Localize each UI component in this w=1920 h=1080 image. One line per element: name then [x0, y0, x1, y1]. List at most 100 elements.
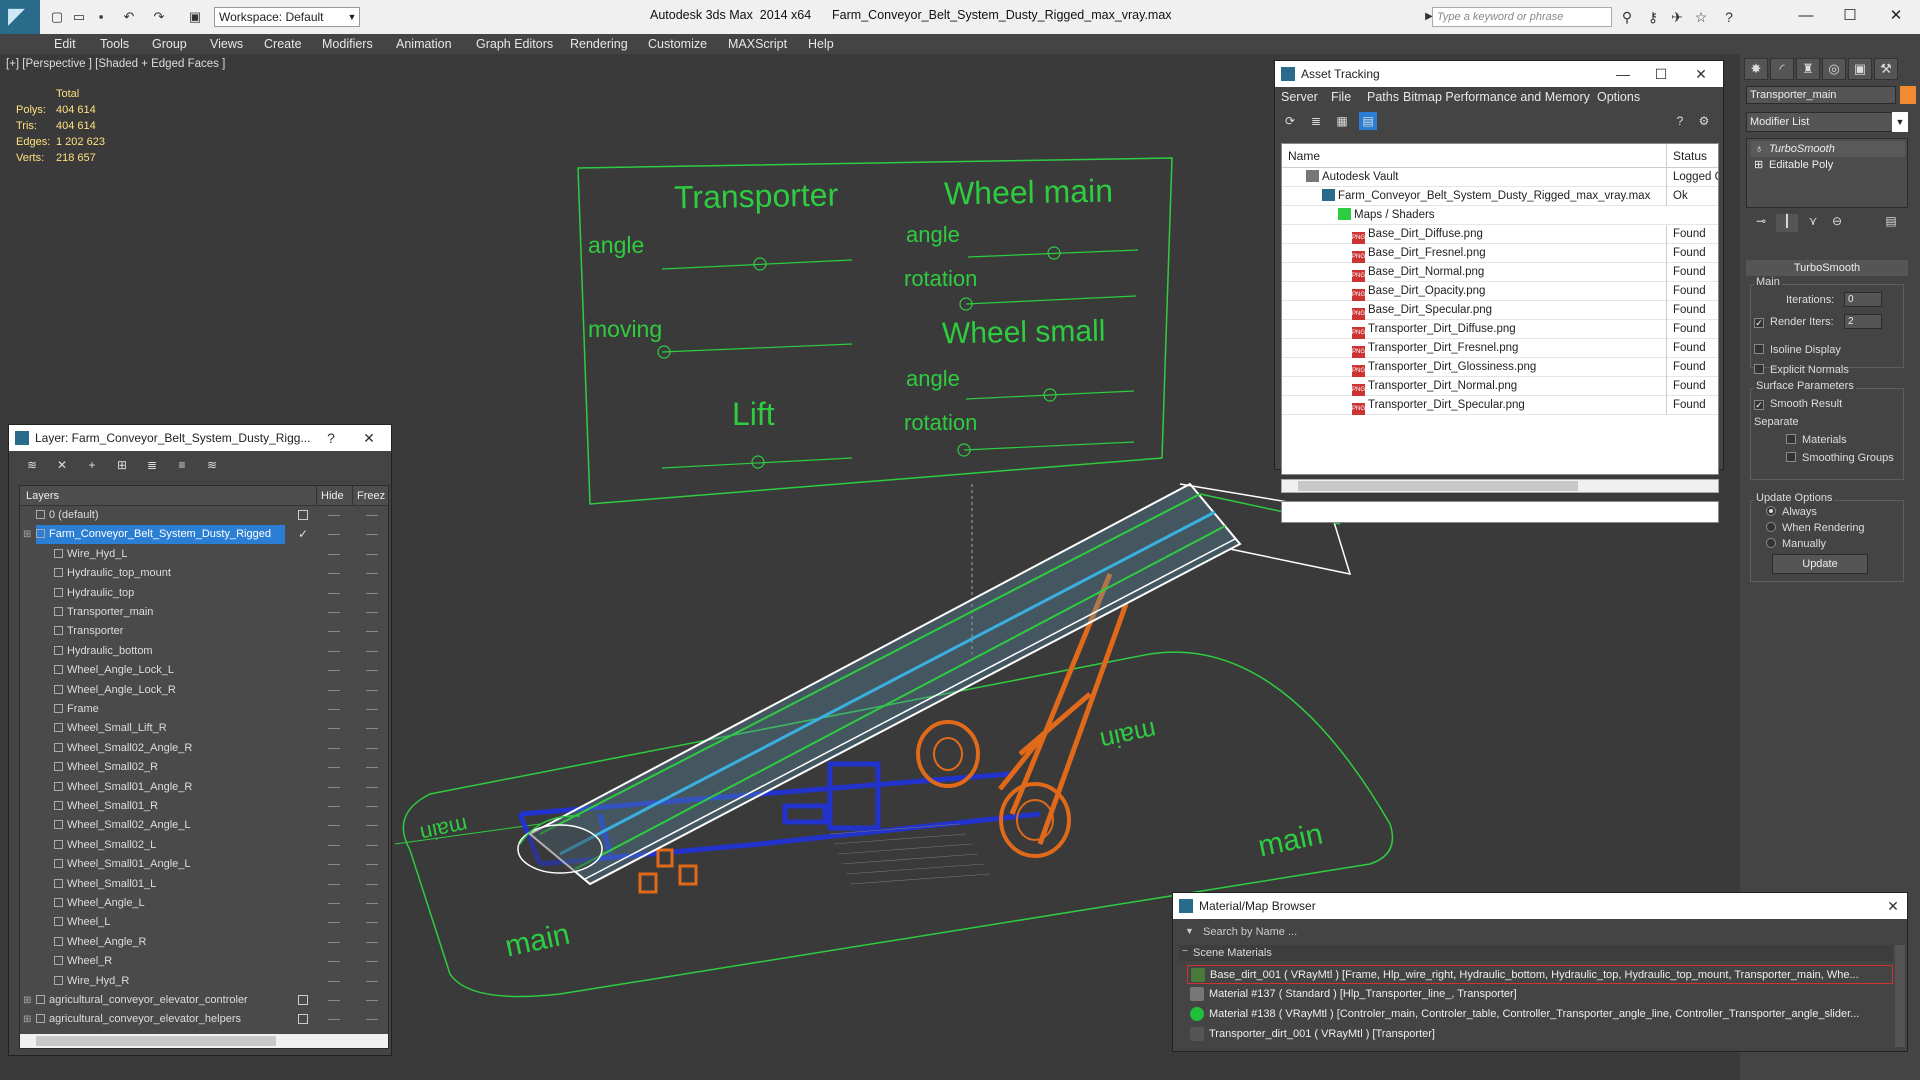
display-tab-icon[interactable]: ▣	[1848, 58, 1872, 80]
manually-radio[interactable]	[1766, 538, 1776, 548]
column-name[interactable]: Name	[1288, 149, 1320, 163]
layer-object-row[interactable]: Wheel_Small01_Angle_R	[20, 778, 388, 797]
asset-tracking-title-bar[interactable]: Asset Tracking — ☐ ✕	[1275, 61, 1723, 87]
modify-tab-icon[interactable]: ◜	[1770, 58, 1794, 80]
menu-views[interactable]: Views	[210, 37, 243, 51]
hide-all-icon[interactable]: ≋	[203, 456, 221, 474]
turbosmooth-rollout-title[interactable]: TurboSmooth	[1746, 260, 1908, 276]
freeze-toggle[interactable]	[366, 612, 378, 613]
layer-object-row[interactable]: Wheel_Small01_Angle_L	[20, 855, 388, 874]
maximize-icon[interactable]: ☐	[1647, 61, 1675, 87]
smoothing-groups-checkbox[interactable]	[1786, 452, 1796, 462]
save-icon[interactable]: ▪	[92, 8, 110, 26]
material-row[interactable]: Material #137 ( Standard ) [Hlp_Transpor…	[1187, 985, 1893, 1004]
render-iters-row[interactable]: ✓ Render Iters:	[1754, 316, 1834, 328]
layer-object-row[interactable]: Wheel_Small02_Angle_R	[20, 739, 388, 758]
layer-object-row[interactable]: Wire_Hyd_L	[20, 545, 388, 564]
always-radio[interactable]	[1766, 506, 1776, 516]
asset-row[interactable]: PNG Base_Dirt_Opacity.png Found	[1282, 282, 1718, 301]
hide-toggle[interactable]	[328, 806, 340, 807]
freeze-toggle[interactable]	[366, 961, 378, 963]
stack-item-turbosmooth[interactable]: ♁ TurboSmooth	[1751, 141, 1905, 157]
hierarchy-tab-icon[interactable]: ♜	[1796, 58, 1820, 80]
hide-toggle[interactable]	[328, 941, 340, 943]
update-button[interactable]: Update	[1772, 554, 1868, 574]
hide-toggle[interactable]	[328, 612, 340, 613]
layer-object-row[interactable]: Wheel_Small02_L	[20, 836, 388, 855]
render-iters-spinner[interactable]: 2	[1844, 314, 1882, 329]
freeze-toggle[interactable]	[366, 980, 378, 982]
hide-toggle[interactable]	[328, 1019, 340, 1021]
freeze-toggle[interactable]	[366, 670, 378, 672]
layer-row[interactable]: 0 (default)	[20, 506, 388, 525]
detail-view-icon[interactable]: ▦	[1333, 112, 1351, 130]
asset-row[interactable]: PNG Transporter_Dirt_Diffuse.png Found	[1282, 320, 1718, 339]
asset-row[interactable]: Autodesk Vault Logged O	[1282, 168, 1718, 187]
current-layer-check-icon[interactable]: ✓	[298, 525, 308, 544]
object-color-swatch[interactable]	[1900, 86, 1916, 104]
hide-toggle[interactable]	[328, 534, 340, 536]
minimize-icon[interactable]: —	[1786, 4, 1826, 28]
column-hide[interactable]: Hide	[316, 486, 352, 506]
layer-object-row[interactable]: Transporter	[20, 622, 388, 641]
asset-row[interactable]: PNG Transporter_Dirt_Glossiness.png Found	[1282, 358, 1718, 377]
layer-object-row[interactable]: Hydraulic_top_mount	[20, 564, 388, 583]
communication-icon[interactable]: ✈	[1668, 8, 1686, 26]
collapse-icon[interactable]: −	[1182, 946, 1188, 957]
layer-object-row[interactable]: Wire_Hyd_R	[20, 972, 388, 991]
star-icon[interactable]: ☆	[1692, 8, 1710, 26]
freeze-toggle[interactable]	[366, 903, 378, 904]
hide-toggle[interactable]	[328, 961, 340, 963]
layer-object-row[interactable]: Wheel_Small01_R	[20, 797, 388, 816]
stack-item-editable-poly[interactable]: ⊞ Editable Poly	[1751, 157, 1833, 173]
freeze-toggle[interactable]	[366, 941, 378, 943]
hide-toggle[interactable]	[328, 670, 340, 672]
asset-row[interactable]: PNG Transporter_Dirt_Normal.png Found	[1282, 377, 1718, 396]
close-icon[interactable]: ✕	[1876, 4, 1916, 28]
column-layers[interactable]: Layers	[20, 486, 316, 506]
hide-toggle[interactable]	[328, 650, 340, 652]
hide-toggle[interactable]	[328, 864, 340, 866]
menu-paths[interactable]: Paths	[1367, 90, 1399, 104]
when-rendering-row[interactable]: When Rendering	[1766, 522, 1865, 534]
layer-object-row[interactable]: Wheel_Angle_Lock_R	[20, 681, 388, 700]
configure-sets-icon[interactable]: ▤	[1880, 214, 1902, 232]
layer-object-row[interactable]: Hydraulic_bottom	[20, 642, 388, 661]
binoculars-icon[interactable]: ⚲	[1618, 8, 1636, 26]
when-rendering-radio[interactable]	[1766, 522, 1776, 532]
hide-toggle[interactable]	[328, 689, 340, 691]
menu-rendering[interactable]: Rendering	[570, 37, 628, 51]
column-status[interactable]: Status	[1666, 144, 1707, 168]
help-icon[interactable]: ?	[317, 425, 345, 451]
menu-group[interactable]: Group	[152, 37, 187, 51]
horizontal-scrollbar[interactable]	[20, 1034, 388, 1048]
hide-toggle[interactable]	[328, 883, 340, 885]
freeze-toggle[interactable]	[366, 689, 378, 691]
menu-help[interactable]: Help	[808, 37, 834, 51]
freeze-toggle[interactable]	[366, 825, 378, 827]
scroll-thumb[interactable]	[36, 1036, 276, 1046]
freeze-toggle[interactable]	[366, 592, 378, 594]
project-folder-icon[interactable]: ▣	[186, 8, 204, 26]
expand-plus-icon[interactable]: ⊞	[23, 1010, 31, 1029]
smoothing-groups-row[interactable]: Smoothing Groups	[1786, 452, 1894, 464]
undo-icon[interactable]: ↶	[120, 8, 138, 26]
utilities-tab-icon[interactable]: ⚒	[1874, 58, 1898, 80]
asset-row[interactable]: PNG Base_Dirt_Specular.png Found	[1282, 301, 1718, 320]
close-icon[interactable]: ✕	[1687, 61, 1715, 87]
hide-toggle[interactable]	[328, 786, 340, 788]
hide-toggle[interactable]	[328, 844, 340, 846]
layer-object-row[interactable]: Wheel_Angle_Lock_L	[20, 661, 388, 680]
hide-toggle[interactable]	[328, 592, 340, 594]
materials-checkbox[interactable]	[1786, 434, 1796, 444]
list-view-icon[interactable]: ≣	[1307, 112, 1325, 130]
iterations-spinner[interactable]: 0	[1844, 292, 1882, 307]
asset-row[interactable]: Farm_Conveyor_Belt_System_Dusty_Rigged_m…	[1282, 187, 1718, 206]
hide-toggle[interactable]	[328, 553, 340, 555]
create-layer-icon[interactable]: +	[83, 456, 101, 474]
make-unique-icon[interactable]: ⋎	[1802, 214, 1824, 232]
asset-row[interactable]: Maps / Shaders	[1282, 206, 1718, 225]
remove-modifier-icon[interactable]: ⊖	[1826, 214, 1848, 232]
menu-maxscript[interactable]: MAXScript	[728, 37, 787, 51]
menu-graph-editors[interactable]: Graph Editors	[476, 37, 553, 51]
